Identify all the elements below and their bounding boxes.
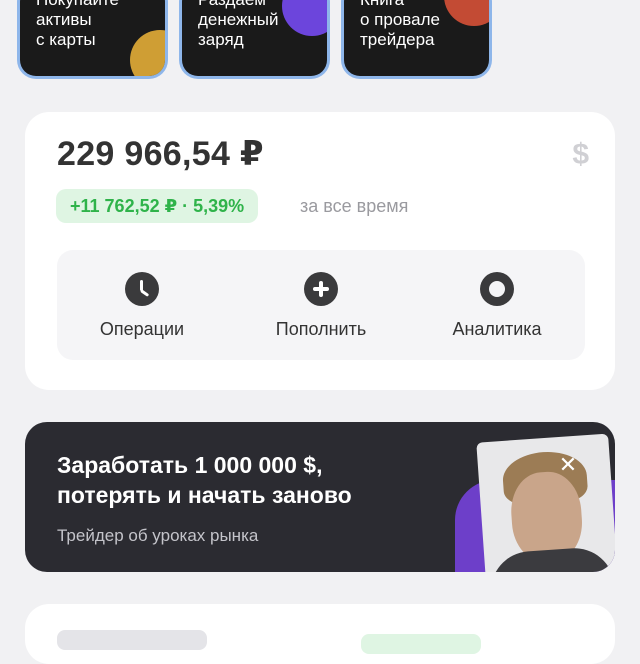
gain-period: за все время	[300, 196, 409, 216]
story-card-trader-book[interactable]: Книга о провале трейдера	[344, 0, 489, 76]
portfolio-actions: Операции Пополнить Аналитика	[57, 250, 585, 360]
story-text: Покупайте активы с карты	[36, 0, 119, 49]
operations-button[interactable]: Операции	[57, 272, 227, 340]
top-up-label: Пополнить	[275, 319, 367, 339]
story-text: Книга о провале трейдера	[360, 0, 440, 49]
trader-portrait	[476, 433, 615, 572]
analytics-button[interactable]: Аналитика	[412, 272, 582, 340]
promo-subtitle: Трейдер об уроках рынка	[57, 526, 259, 545]
close-icon[interactable]: ✕	[555, 452, 581, 478]
dollar-currency-icon[interactable]: $	[572, 138, 589, 172]
top-up-button[interactable]: Пополнить	[236, 272, 406, 340]
promo-title: Заработать 1 000 000 $, потерять и начат…	[57, 452, 352, 508]
plus-icon	[304, 272, 338, 306]
portfolio-card[interactable]: 229 966,54 ₽ $ +11 762,52 ₽ · 5,39% за в…	[25, 112, 615, 390]
portrait-shirt	[488, 545, 615, 572]
next-card-amount-placeholder	[57, 630, 207, 650]
next-portfolio-card[interactable]	[25, 604, 615, 664]
story-decoration	[130, 30, 165, 76]
operations-label: Операции	[99, 319, 185, 339]
story-decoration	[444, 0, 489, 26]
portfolio-total: 229 966,54 ₽	[57, 135, 264, 173]
next-card-badge-placeholder	[361, 634, 481, 654]
story-decoration	[282, 0, 327, 36]
analytics-label: Аналитика	[452, 319, 542, 339]
donut-chart-icon	[480, 272, 514, 306]
story-card-buy-assets[interactable]: Покупайте активы с карты	[20, 0, 165, 76]
clock-icon	[125, 272, 159, 306]
stories-row: Покупайте активы с карты Раздаем денежны…	[0, 0, 640, 80]
story-card-energy-bonus[interactable]: Раздаем денежный заряд	[182, 0, 327, 76]
promo-banner[interactable]: Заработать 1 000 000 $, потерять и начат…	[25, 422, 615, 572]
gain-badge: +11 762,52 ₽ · 5,39%	[56, 189, 259, 223]
story-text: Раздаем денежный заряд	[198, 0, 279, 49]
